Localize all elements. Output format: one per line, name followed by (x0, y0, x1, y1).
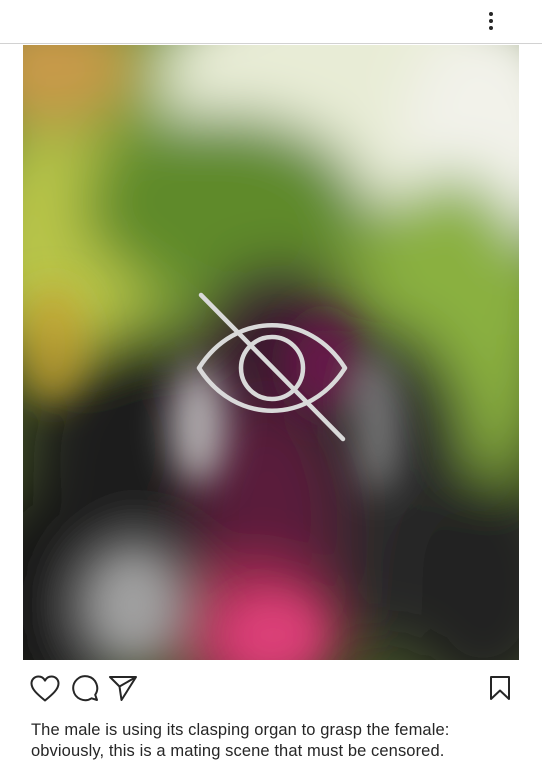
post-actions-bar (0, 664, 542, 710)
eye-slash-icon (196, 292, 348, 442)
caption-line-1: The male is using its clasping organ to … (31, 721, 450, 739)
more-options-button[interactable] (476, 6, 506, 36)
post-caption: The male is using its clasping organ to … (31, 720, 531, 762)
heart-icon (30, 675, 60, 701)
save-button[interactable] (484, 672, 516, 704)
censored-post-image[interactable] (23, 45, 519, 660)
top-bar (0, 0, 542, 44)
comment-button[interactable] (68, 672, 102, 704)
more-vertical-icon (489, 12, 493, 30)
bookmark-icon (490, 676, 510, 700)
caption-line-2: obviously, this is a mating scene that m… (31, 742, 445, 760)
send-icon (109, 676, 137, 701)
comment-icon (72, 675, 99, 702)
like-button[interactable] (28, 672, 62, 704)
share-button[interactable] (106, 672, 140, 704)
